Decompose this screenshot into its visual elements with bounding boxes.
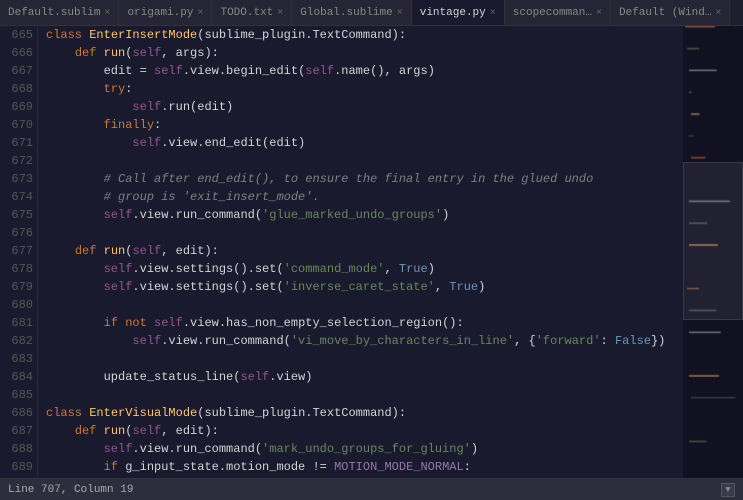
code-line-686[interactable]: class EnterVisualMode(sublime_plugin.Tex… xyxy=(46,404,683,422)
line-num-669: 669 xyxy=(4,98,33,116)
code-line-668[interactable]: try: xyxy=(46,80,683,98)
tab-scope-label: scopecomman… xyxy=(513,7,592,19)
line-num-678: 678 xyxy=(4,260,33,278)
code-line-674[interactable]: # group is 'exit_insert_mode'. xyxy=(46,188,683,206)
tab-origami-label: origami.py xyxy=(127,7,193,19)
tab-vintage-label: vintage.py xyxy=(420,7,486,19)
main-area: 6656666676686696706716726736746756766776… xyxy=(0,26,743,478)
line-num-679: 679 xyxy=(4,278,33,296)
tab-default-sublime[interactable]: Default.sublim × xyxy=(0,0,119,26)
code-line-666[interactable]: def run(self, args): xyxy=(46,44,683,62)
code-line-685[interactable] xyxy=(46,386,683,404)
tab-todo-close[interactable]: × xyxy=(277,8,283,19)
line-num-683: 683 xyxy=(4,350,33,368)
code-line-681[interactable]: if not self.view.has_non_empty_selection… xyxy=(46,314,683,332)
line-num-677: 677 xyxy=(4,242,33,260)
minimap-viewport xyxy=(683,162,743,320)
tab-default-wind[interactable]: Default (Wind… × xyxy=(611,0,730,26)
code-line-680[interactable] xyxy=(46,296,683,314)
scroll-down-button[interactable]: ▼ xyxy=(721,483,735,497)
tab-origami-close[interactable]: × xyxy=(197,8,203,19)
line-numbers: 6656666676686696706716726736746756766776… xyxy=(0,26,38,478)
tab-origami[interactable]: origami.py × xyxy=(119,0,212,26)
code-line-672[interactable] xyxy=(46,152,683,170)
tab-todo[interactable]: TODO.txt × xyxy=(212,0,292,26)
code-line-689[interactable]: if g_input_state.motion_mode != MOTION_M… xyxy=(46,458,683,476)
code-line-682[interactable]: self.view.run_command('vi_move_by_charac… xyxy=(46,332,683,350)
editor-area: 6656666676686696706716726736746756766776… xyxy=(0,26,683,478)
line-num-676: 676 xyxy=(4,224,33,242)
line-num-667: 667 xyxy=(4,62,33,80)
tab-default-wind-label: Default (Wind… xyxy=(619,7,711,19)
code-line-677[interactable]: def run(self, edit): xyxy=(46,242,683,260)
line-num-673: 673 xyxy=(4,170,33,188)
line-num-681: 681 xyxy=(4,314,33,332)
tab-scope-close[interactable]: × xyxy=(596,8,602,19)
code-line-678[interactable]: self.view.settings().set('command_mode',… xyxy=(46,260,683,278)
tab-todo-label: TODO.txt xyxy=(220,7,273,19)
tab-vintage[interactable]: vintage.py × xyxy=(412,0,505,26)
tab-bar: Default.sublim×origami.py×TODO.txt×Globa… xyxy=(0,0,743,26)
code-line-675[interactable]: self.view.run_command('glue_marked_undo_… xyxy=(46,206,683,224)
line-num-666: 666 xyxy=(4,44,33,62)
code-line-667[interactable]: edit = self.view.begin_edit(self.name(),… xyxy=(46,62,683,80)
line-num-685: 685 xyxy=(4,386,33,404)
cursor-position: Line 707, Column 19 xyxy=(8,484,133,496)
status-right: ▼ xyxy=(721,483,735,497)
line-num-688: 688 xyxy=(4,440,33,458)
code-line-683[interactable] xyxy=(46,350,683,368)
code-line-671[interactable]: self.view.end_edit(edit) xyxy=(46,134,683,152)
line-num-668: 668 xyxy=(4,80,33,98)
status-bar: Line 707, Column 19 ▼ xyxy=(0,478,743,500)
line-num-675: 675 xyxy=(4,206,33,224)
tab-scope[interactable]: scopecomman… × xyxy=(505,0,611,26)
code-line-688[interactable]: self.view.run_command('mark_undo_groups_… xyxy=(46,440,683,458)
line-num-680: 680 xyxy=(4,296,33,314)
line-num-671: 671 xyxy=(4,134,33,152)
line-num-672: 672 xyxy=(4,152,33,170)
line-num-686: 686 xyxy=(4,404,33,422)
tab-default-wind-close[interactable]: × xyxy=(715,8,721,19)
code-content[interactable]: class EnterInsertMode(sublime_plugin.Tex… xyxy=(38,26,683,478)
code-line-669[interactable]: self.run(edit) xyxy=(46,98,683,116)
line-num-684: 684 xyxy=(4,368,33,386)
line-num-689: 689 xyxy=(4,458,33,476)
line-num-687: 687 xyxy=(4,422,33,440)
line-num-682: 682 xyxy=(4,332,33,350)
code-line-673[interactable]: # Call after end_edit(), to ensure the f… xyxy=(46,170,683,188)
code-line-676[interactable] xyxy=(46,224,683,242)
tab-vintage-close[interactable]: × xyxy=(490,8,496,19)
line-num-665: 665 xyxy=(4,26,33,44)
code-line-684[interactable]: update_status_line(self.view) xyxy=(46,368,683,386)
code-line-665[interactable]: class EnterInsertMode(sublime_plugin.Tex… xyxy=(46,26,683,44)
tab-global[interactable]: Global.sublime × xyxy=(292,0,411,26)
code-line-670[interactable]: finally: xyxy=(46,116,683,134)
minimap[interactable] xyxy=(683,26,743,478)
tab-global-close[interactable]: × xyxy=(397,8,403,19)
tab-default-sublime-close[interactable]: × xyxy=(104,8,110,19)
tab-global-label: Global.sublime xyxy=(300,7,392,19)
code-line-679[interactable]: self.view.settings().set('inverse_caret_… xyxy=(46,278,683,296)
line-num-670: 670 xyxy=(4,116,33,134)
tab-default-sublime-label: Default.sublim xyxy=(8,7,100,19)
code-line-687[interactable]: def run(self, edit): xyxy=(46,422,683,440)
line-num-674: 674 xyxy=(4,188,33,206)
